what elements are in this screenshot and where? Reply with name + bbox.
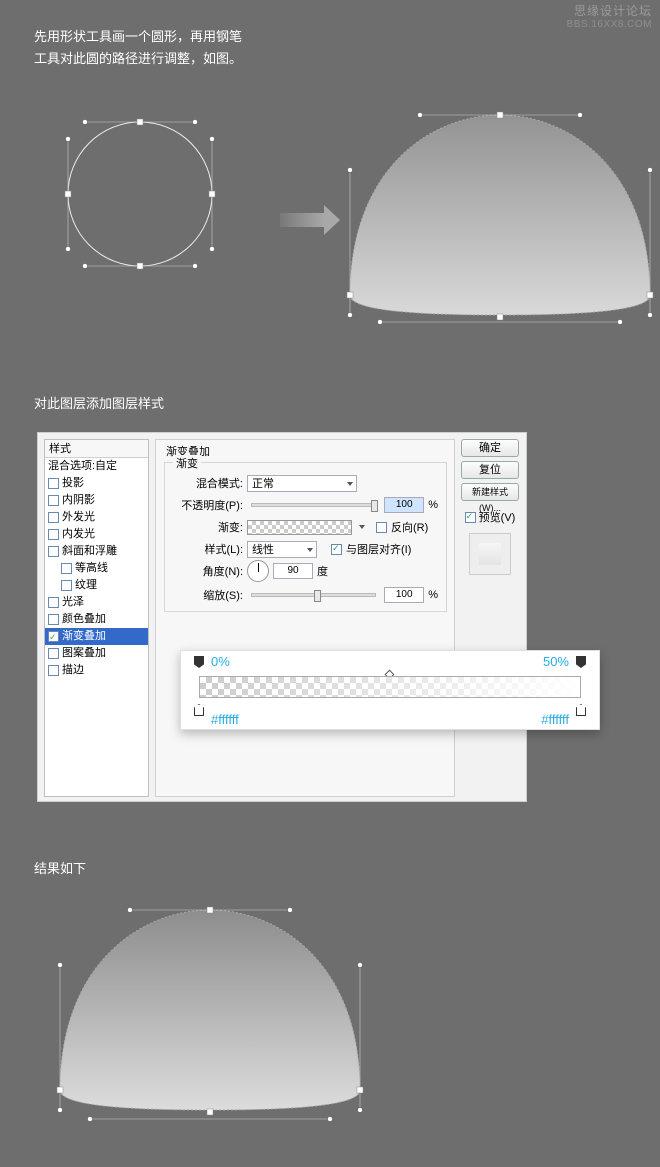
style-checkbox[interactable]	[48, 495, 59, 506]
watermark-line1: 思缘设计论坛	[567, 4, 652, 18]
style-checkbox[interactable]	[48, 614, 59, 625]
intro-line2: 工具对此圆的路径进行调整，如图。	[34, 48, 242, 70]
style-label: 内发光	[62, 526, 95, 543]
figure-step1	[65, 115, 625, 330]
ok-button[interactable]: 确定	[461, 439, 519, 457]
preview-label: 预览(V)	[479, 509, 516, 525]
dialog-buttons: 确定 复位 新建样式(W)... 预览(V)	[460, 439, 520, 575]
style-checkbox[interactable]	[48, 665, 59, 676]
styles-list: 样式 混合选项:自定 投影内阴影外发光内发光斜面和浮雕等高线纹理光泽颜色叠加渐变…	[44, 439, 149, 797]
color-left-label: #ffffff	[211, 712, 239, 727]
opacity-input[interactable]: 100	[384, 497, 424, 513]
intro-text: 先用形状工具画一个圆形，再用钢笔 工具对此圆的路径进行调整，如图。	[34, 26, 242, 70]
style-label: 外发光	[62, 509, 95, 526]
align-checkbox[interactable]	[331, 544, 342, 555]
reverse-checkbox[interactable]	[376, 522, 387, 533]
opacity-right-label: 50%	[543, 654, 569, 669]
watermark-line2: BBS.16XX8.COM	[567, 18, 652, 32]
opacity-label: 不透明度(P):	[173, 497, 243, 513]
style-label: 斜面和浮雕	[62, 543, 117, 560]
angle-label: 角度(N):	[173, 563, 243, 579]
align-label: 与图层对齐(I)	[346, 541, 411, 557]
style-label: 纹理	[75, 577, 97, 594]
gradient-editor-strip: 0% 50% #ffffff #ffffff	[180, 650, 600, 730]
blendmode-label: 混合模式:	[173, 475, 243, 491]
angle-dial[interactable]	[247, 560, 269, 582]
color-right-label: #ffffff	[541, 712, 569, 727]
style-label: 光泽	[62, 594, 84, 611]
style-row-8[interactable]: 颜色叠加	[45, 611, 148, 628]
section3-title: 结果如下	[34, 858, 86, 877]
opacity-stop-right[interactable]	[576, 656, 586, 668]
style-row-10[interactable]: 图案叠加	[45, 645, 148, 662]
gradient-label: 渐变:	[173, 519, 243, 535]
reset-button[interactable]: 复位	[461, 461, 519, 479]
opacity-slider[interactable]	[251, 503, 376, 507]
style-checkbox[interactable]	[61, 563, 72, 574]
style-checkbox[interactable]	[48, 631, 59, 642]
style-label: 描边	[62, 662, 84, 679]
angle-input[interactable]: 90	[273, 563, 313, 579]
style-label: 投影	[62, 475, 84, 492]
style-row-11[interactable]: 描边	[45, 662, 148, 679]
style-row-4[interactable]: 斜面和浮雕	[45, 543, 148, 560]
style-label: 内阴影	[62, 492, 95, 509]
gradient-picker[interactable]	[247, 520, 352, 535]
style-row-7[interactable]: 光泽	[45, 594, 148, 611]
style-label: 图案叠加	[62, 645, 106, 662]
group-legend: 渐变	[173, 455, 201, 471]
watermark: 思缘设计论坛 BBS.16XX8.COM	[567, 4, 652, 32]
opacity-left-label: 0%	[211, 654, 230, 669]
color-stop-right[interactable]	[576, 704, 586, 716]
gradient-group: 渐变 混合模式: 正常 不透明度(P): 100 % 渐变: 反向(R)	[164, 462, 447, 612]
style-row-3[interactable]: 内发光	[45, 526, 148, 543]
color-stop-left[interactable]	[194, 704, 204, 716]
style-row-0[interactable]: 投影	[45, 475, 148, 492]
scale-label: 缩放(S):	[173, 587, 243, 603]
circle-path	[65, 119, 215, 269]
style-label: 颜色叠加	[62, 611, 106, 628]
style-checkbox[interactable]	[48, 597, 59, 608]
scale-input[interactable]: 100	[384, 587, 424, 603]
style-select[interactable]: 线性	[247, 541, 317, 558]
result-shape	[40, 895, 380, 1125]
section2-title: 对此图层添加图层样式	[34, 393, 164, 412]
style-checkbox[interactable]	[48, 648, 59, 659]
preview-swatch	[469, 533, 511, 575]
style-label: 样式(L):	[173, 541, 243, 557]
styles-header: 样式	[45, 440, 148, 458]
reverse-label: 反向(R)	[391, 519, 428, 535]
intro-line1: 先用形状工具画一个圆形，再用钢笔	[34, 26, 242, 48]
layer-style-dialog: 样式 混合选项:自定 投影内阴影外发光内发光斜面和浮雕等高线纹理光泽颜色叠加渐变…	[37, 432, 527, 802]
dome-shape	[330, 100, 660, 330]
scale-slider[interactable]	[251, 593, 376, 597]
settings-panel: 渐变叠加 渐变 混合模式: 正常 不透明度(P): 100 % 渐变: 反向(	[155, 439, 455, 797]
style-checkbox[interactable]	[48, 512, 59, 523]
style-label: 渐变叠加	[62, 628, 106, 645]
gradient-bar[interactable]	[199, 676, 581, 698]
style-checkbox[interactable]	[48, 546, 59, 557]
style-label: 等高线	[75, 560, 108, 577]
style-row-5[interactable]: 等高线	[45, 560, 148, 577]
style-checkbox[interactable]	[48, 478, 59, 489]
opacity-stop-left[interactable]	[194, 656, 204, 668]
style-checkbox[interactable]	[48, 529, 59, 540]
blend-options-row[interactable]: 混合选项:自定	[45, 458, 148, 475]
style-row-1[interactable]: 内阴影	[45, 492, 148, 509]
style-row-9[interactable]: 渐变叠加	[45, 628, 148, 645]
style-row-6[interactable]: 纹理	[45, 577, 148, 594]
preview-checkbox[interactable]	[465, 512, 476, 523]
style-checkbox[interactable]	[61, 580, 72, 591]
style-row-2[interactable]: 外发光	[45, 509, 148, 526]
blendmode-select[interactable]: 正常	[247, 475, 357, 492]
newstyle-button[interactable]: 新建样式(W)...	[461, 483, 519, 501]
